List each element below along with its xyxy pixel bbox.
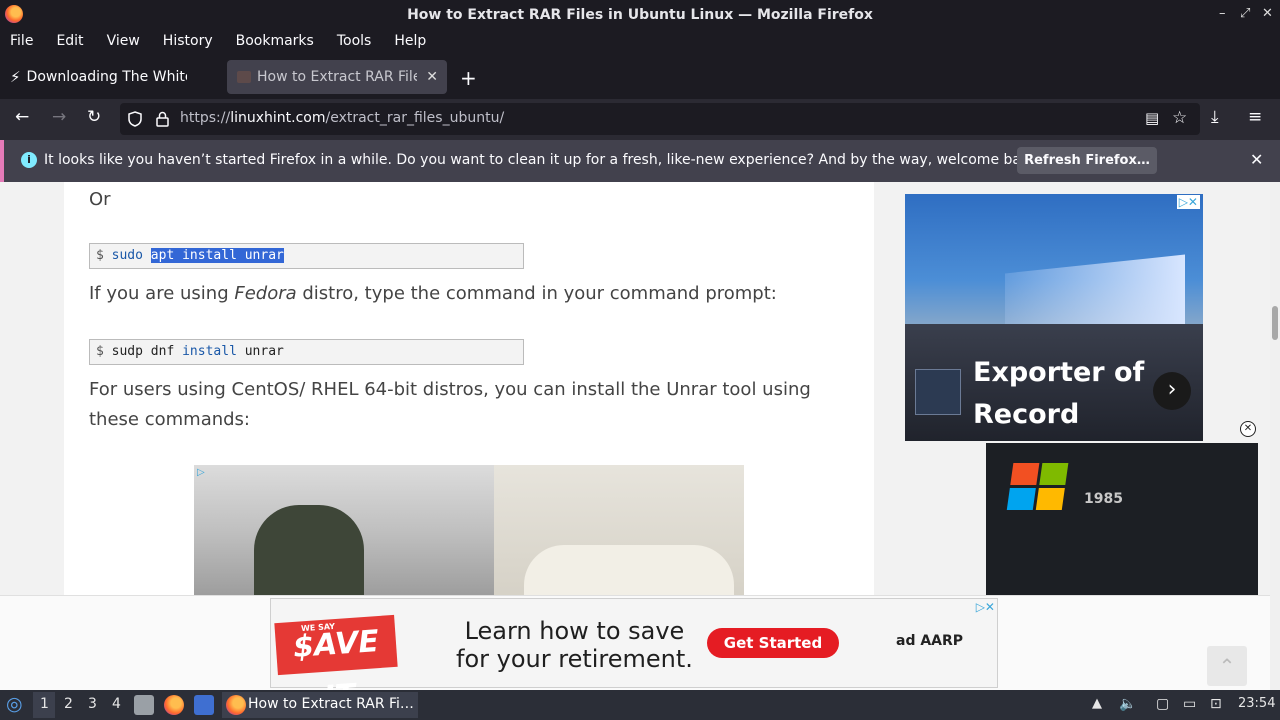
start-menu-icon[interactable]: ◎	[6, 693, 23, 715]
fedora-paragraph: If you are using Fedora distro, type the…	[89, 283, 777, 304]
restore-button[interactable]: ⤢	[1240, 6, 1250, 21]
menu-edit[interactable]: Edit	[56, 33, 83, 49]
back-arrow-icon[interactable]: ←	[15, 107, 29, 127]
page-scrollbar[interactable]	[1270, 182, 1280, 690]
aarp-logo: ad AARP	[896, 633, 964, 649]
code-block-apt[interactable]: $ sudo apt install unrar	[89, 243, 524, 269]
centos-paragraph: For users using CentOS/ RHEL 64-bit dist…	[89, 379, 811, 430]
reader-view-icon[interactable]: ▤	[1145, 109, 1159, 127]
workspace-4[interactable]: 4	[112, 696, 121, 712]
refresh-firefox-button[interactable]: Refresh Firefox…	[1017, 147, 1157, 174]
adchoices-icon[interactable]: ▷	[197, 467, 205, 478]
scrollbar-thumb[interactable]	[1272, 306, 1278, 340]
or-text: Or	[89, 189, 111, 210]
lightning-favicon-icon: ⚡	[10, 68, 21, 86]
minimize-button[interactable]: –	[1219, 6, 1226, 21]
windows-logo-icon	[1006, 463, 1070, 511]
workspace-1[interactable]: 1	[40, 696, 49, 712]
clipboard-icon[interactable]: ▢	[1156, 696, 1169, 712]
workspace-3[interactable]: 3	[88, 696, 97, 712]
menu-file[interactable]: File	[10, 33, 33, 49]
close-window-button[interactable]: ✕	[1262, 6, 1273, 21]
code-block-dnf[interactable]: $ sudp dnf install unrar	[89, 339, 524, 365]
taskbar-window-label: How to Extract RAR Fi…	[248, 696, 414, 712]
url-text[interactable]: https://linuxhint.com/extract_rar_files_…	[180, 110, 504, 126]
scroll-to-top-button[interactable]: ⌃	[1207, 646, 1247, 686]
bottom-banner-ad[interactable]: WE SAY $AVE IT Learn how to savefor your…	[270, 598, 998, 690]
linuxhint-favicon-icon	[237, 71, 251, 83]
system-taskbar: ◎ 1 2 3 4 How to Extract RAR Fi… ▲ 🔈 ▢ ▭…	[0, 690, 1280, 720]
window-title: How to Extract RAR Files in Ubuntu Linux…	[407, 6, 873, 23]
firefox-logo-icon	[5, 5, 23, 23]
volume-icon[interactable]: 🔈	[1119, 696, 1136, 712]
window-titlebar: How to Extract RAR Files in Ubuntu Linux…	[0, 0, 1280, 29]
ad-next-arrow-icon[interactable]: ›	[1153, 372, 1191, 410]
menu-help[interactable]: Help	[394, 33, 426, 49]
notification-message: It looks like you haven’t started Firefo…	[44, 152, 1043, 168]
sidebar-ad[interactable]: Exporter of Record › ▷✕	[905, 194, 1203, 441]
floating-video[interactable]: 1985	[986, 443, 1258, 595]
url-bar[interactable]: https://linuxhint.com/extract_rar_files_…	[120, 103, 1200, 135]
get-started-button[interactable]: Get Started	[707, 628, 839, 658]
bookmark-star-icon[interactable]: ☆	[1172, 108, 1187, 128]
ad-close-icon[interactable]: ▷✕	[976, 600, 995, 614]
reload-icon[interactable]: ↻	[87, 107, 101, 127]
tab-close-icon[interactable]: ✕	[426, 69, 438, 85]
tab-label: Downloading The White Hou	[26, 69, 187, 85]
firefox-launcher-icon[interactable]	[164, 695, 184, 715]
notification-bar: i It looks like you haven’t started Fire…	[0, 140, 1280, 182]
firefox-window-icon	[226, 695, 246, 715]
video-year-text: 1985	[1084, 491, 1123, 507]
tab-strip: ⚡ Downloading The White Hou How to Extra…	[0, 56, 1280, 99]
network-icon[interactable]: ⊡	[1210, 696, 1222, 712]
ad-close-icon[interactable]: ▷✕	[1176, 195, 1200, 209]
ad-headline: Exporter of Record	[973, 357, 1145, 430]
selected-text: apt install unrar	[150, 248, 284, 263]
menu-bar: File Edit View History Bookmarks Tools H…	[0, 29, 1280, 53]
menu-view[interactable]: View	[107, 33, 140, 49]
lock-icon[interactable]	[156, 111, 169, 127]
tray-up-icon[interactable]: ▲	[1092, 696, 1102, 711]
forward-arrow-icon[interactable]: →	[52, 107, 66, 127]
workspace-2[interactable]: 2	[64, 696, 73, 712]
display-icon[interactable]: ▭	[1183, 696, 1196, 712]
info-icon: i	[21, 152, 37, 168]
downloads-icon[interactable]: ⤓	[1211, 107, 1219, 127]
menu-bookmarks[interactable]: Bookmarks	[236, 33, 314, 49]
terminal-icon[interactable]	[194, 695, 214, 715]
hamburger-menu-icon[interactable]: ≡	[1248, 107, 1262, 127]
taskbar-firefox-window[interactable]: How to Extract RAR Fi…	[222, 692, 418, 718]
navigation-toolbar: ← → ↻ https://linuxhint.com/extract_rar_…	[0, 99, 1280, 140]
page-viewport: Or $ sudo apt install unrar If you are u…	[0, 182, 1270, 690]
clock: 23:54	[1238, 696, 1276, 711]
menu-tools[interactable]: Tools	[337, 33, 372, 49]
new-tab-button[interactable]: +	[460, 66, 477, 90]
tab-extract-rar[interactable]: How to Extract RAR Files in ✕	[227, 60, 447, 94]
ad-copy: Learn how to save for your retirement.	[456, 617, 693, 673]
advertiser-logo	[915, 369, 961, 415]
tab-downloading-white-house[interactable]: ⚡ Downloading The White Hou	[0, 60, 222, 94]
tab-label: How to Extract RAR Files in	[257, 69, 417, 85]
file-manager-icon[interactable]	[134, 695, 154, 715]
close-video-icon[interactable]: ✕	[1240, 421, 1256, 437]
save-it-logo: $AVE IT	[274, 614, 398, 690]
shield-icon[interactable]	[128, 111, 142, 127]
menu-history[interactable]: History	[163, 33, 213, 49]
close-notification-icon[interactable]: ✕	[1250, 150, 1263, 169]
